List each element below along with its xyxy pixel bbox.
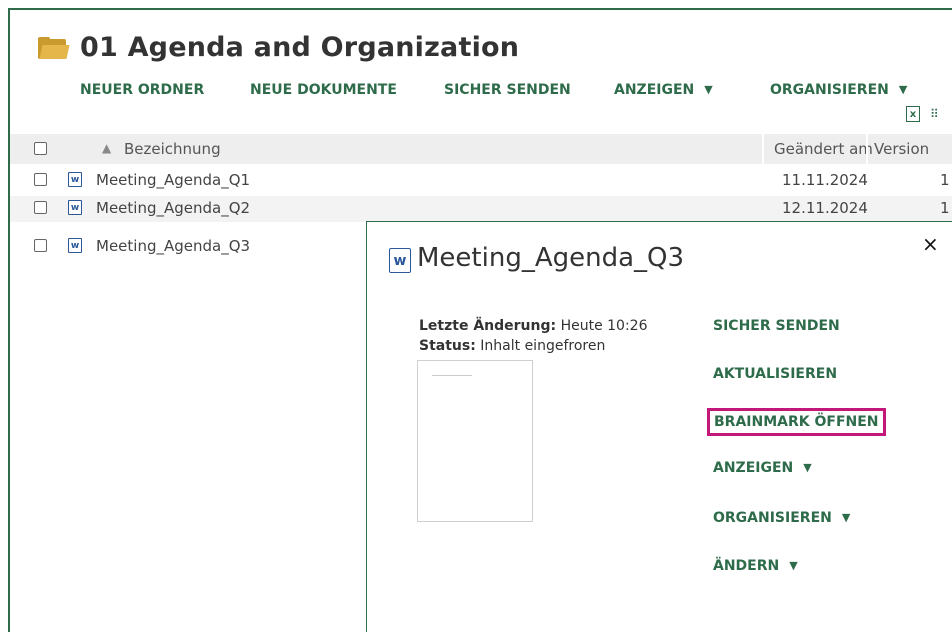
view-action[interactable]: ANZEIGEN ▼ <box>713 460 812 476</box>
open-brainmark-action[interactable]: BRAINMARK ÖFFNEN <box>707 408 886 436</box>
organize-menu-button[interactable]: ORGANISIEREN ▼ <box>770 82 907 98</box>
change-action[interactable]: ÄNDERN ▼ <box>713 558 798 574</box>
last-change-value: Heute 10:26 <box>560 318 648 334</box>
view-menu-button[interactable]: ANZEIGEN ▼ <box>614 82 713 98</box>
close-icon[interactable]: × <box>922 232 939 256</box>
organize-action-label: ORGANISIEREN <box>713 510 832 526</box>
document-thumbnail[interactable] <box>417 360 533 522</box>
status-label: Status: <box>419 338 476 354</box>
document-meta: Letzte Änderung: Heute 10:26 Status: Inh… <box>419 316 647 356</box>
chevron-down-icon: ▼ <box>789 559 798 572</box>
column-divider <box>762 134 764 164</box>
word-document-icon: w <box>68 200 82 215</box>
document-version: 1 <box>940 199 950 217</box>
column-divider <box>866 134 868 164</box>
document-name[interactable]: Meeting_Agenda_Q3 <box>96 237 250 255</box>
send-secure-button[interactable]: SICHER SENDEN <box>444 82 571 98</box>
chevron-down-icon: ▼ <box>704 83 713 96</box>
chevron-down-icon: ▼ <box>898 83 908 96</box>
row-checkbox[interactable] <box>34 201 47 214</box>
view-options: x ⠿ <box>906 106 939 122</box>
word-document-icon: w <box>68 238 82 253</box>
row-checkbox[interactable] <box>34 239 47 252</box>
view-menu-label: ANZEIGEN <box>614 82 695 98</box>
document-changed-date: 12.11.2024 <box>782 199 868 217</box>
word-document-icon: w <box>68 172 82 187</box>
table-row[interactable]: w Meeting_Agenda_Q1 11.11.2024 1 <box>10 168 952 194</box>
row-checkbox[interactable] <box>34 173 47 186</box>
table-row[interactable]: w Meeting_Agenda_Q2 12.11.2024 1 <box>10 196 952 222</box>
table-header: ▲ Bezeichnung Geändert am Version <box>10 134 952 164</box>
document-changed-date: 11.11.2024 <box>782 171 868 189</box>
folder-icon <box>38 36 70 59</box>
last-change-label: Letzte Änderung: <box>419 318 557 334</box>
grid-icon[interactable]: ⠿ <box>930 107 939 121</box>
change-action-label: ÄNDERN <box>713 558 780 574</box>
column-header-version[interactable]: Version <box>874 140 929 158</box>
column-header-changed[interactable]: Geändert am <box>774 140 873 158</box>
organize-action[interactable]: ORGANISIEREN ▼ <box>713 510 850 526</box>
status-value: Inhalt eingefroren <box>480 338 606 354</box>
status-line: Status: Inhalt eingefroren <box>419 336 647 356</box>
view-action-label: ANZEIGEN <box>713 460 794 476</box>
popup-title: Meeting_Agenda_Q3 <box>417 243 685 273</box>
update-action[interactable]: AKTUALISIEREN <box>713 366 837 382</box>
page-title: 01 Agenda and Organization <box>80 32 520 63</box>
document-name[interactable]: Meeting_Agenda_Q2 <box>96 199 250 217</box>
word-document-icon: w <box>389 248 411 273</box>
new-documents-button[interactable]: NEUE DOKUMENTE <box>250 82 397 98</box>
excel-icon[interactable]: x <box>906 106 920 122</box>
sort-ascending-icon[interactable]: ▲ <box>102 141 111 155</box>
last-change-line: Letzte Änderung: Heute 10:26 <box>419 316 647 336</box>
organize-menu-label: ORGANISIEREN <box>770 82 889 98</box>
thumbnail-text-line <box>432 375 472 376</box>
document-version: 1 <box>940 171 950 189</box>
column-header-name[interactable]: Bezeichnung <box>124 140 221 158</box>
chevron-down-icon: ▼ <box>841 511 851 524</box>
select-all-checkbox[interactable] <box>34 142 47 155</box>
title-row: 01 Agenda and Organization <box>38 32 519 63</box>
document-name[interactable]: Meeting_Agenda_Q1 <box>96 171 250 189</box>
send-secure-action[interactable]: SICHER SENDEN <box>713 318 840 334</box>
document-details-popup: × w Meeting_Agenda_Q3 Letzte Änderung: H… <box>366 221 952 632</box>
chevron-down-icon: ▼ <box>803 461 812 474</box>
new-folder-button[interactable]: NEUER ORDNER <box>80 82 204 98</box>
